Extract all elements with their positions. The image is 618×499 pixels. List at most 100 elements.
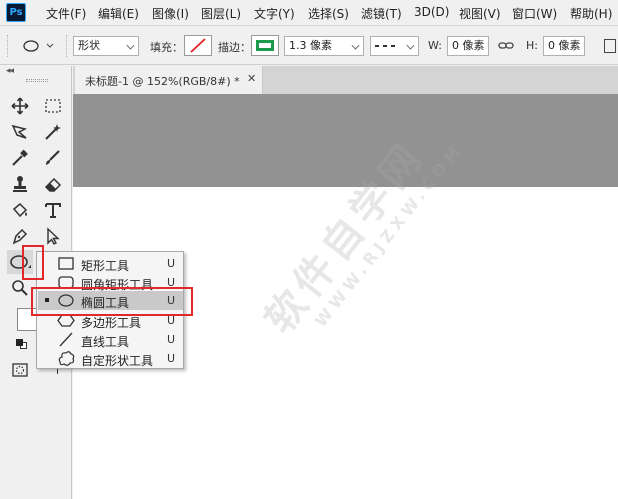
menu-image[interactable]: 图像(I) xyxy=(152,5,189,22)
height-value: 0 像素 xyxy=(548,39,581,52)
arrow-cursor-icon xyxy=(47,227,60,245)
flyout-item-shortcut: U xyxy=(167,314,176,327)
ellipse-tool[interactable] xyxy=(7,250,33,274)
options-grip xyxy=(7,35,8,57)
menu-select[interactable]: 选择(S) xyxy=(308,5,349,22)
magic-wand-icon xyxy=(45,124,61,140)
paint-bucket-icon xyxy=(12,202,28,218)
ellipse-icon xyxy=(10,255,31,269)
stamp-tool[interactable] xyxy=(7,172,33,196)
clone-stamp-icon xyxy=(13,176,27,192)
fill-label: 填充： xyxy=(150,41,183,54)
lasso-tool[interactable] xyxy=(7,120,33,144)
magic-wand-tool[interactable] xyxy=(40,120,66,144)
rectangle-icon xyxy=(58,257,74,270)
menu-bar: Ps 文件(F) 编辑(E) 图像(I) 图层(L) 文字(Y) 选择(S) 滤… xyxy=(0,0,618,26)
quick-mask-icon xyxy=(12,363,28,377)
flyout-item-rectangle[interactable]: 矩形工具 U xyxy=(38,254,183,273)
width-value: 0 像素 xyxy=(452,39,485,52)
polygon-icon xyxy=(57,314,75,327)
document-tab-bar: 未标题-1 @ 152%(RGB/8#) * ✕ xyxy=(73,66,618,94)
menu-file[interactable]: 文件(F) xyxy=(46,5,86,22)
stroke-color-icon xyxy=(256,40,274,51)
eraser-icon xyxy=(44,177,62,192)
panel-grip[interactable] xyxy=(26,79,48,82)
brush-tool[interactable] xyxy=(40,146,66,170)
flyout-item-shortcut: U xyxy=(167,333,176,346)
menu-help[interactable]: 帮助(H) xyxy=(570,5,612,22)
flyout-item-shortcut: U xyxy=(167,352,176,365)
document-tab[interactable]: 未标题-1 @ 152%(RGB/8#) * ✕ xyxy=(75,66,263,94)
path-operations-icon[interactable] xyxy=(604,39,616,53)
flyout-item-label: 自定形状工具 xyxy=(81,354,154,368)
eyedropper-tool[interactable] xyxy=(7,146,33,170)
flyout-item-line[interactable]: 直线工具 U xyxy=(38,330,183,349)
zoom-tool[interactable] xyxy=(7,276,33,300)
move-tool[interactable] xyxy=(7,94,33,118)
path-selection-tool[interactable] xyxy=(40,224,66,248)
rounded-rectangle-icon xyxy=(58,276,74,289)
menu-type[interactable]: 文字(Y) xyxy=(254,5,295,22)
flyout-item-polygon[interactable]: 多边形工具 U xyxy=(38,311,183,330)
menu-filter[interactable]: 滤镜(T) xyxy=(361,5,402,22)
fill-swatch[interactable] xyxy=(184,35,212,56)
ellipse-preset-icon xyxy=(23,40,54,52)
move-icon xyxy=(11,97,29,115)
line-icon xyxy=(59,332,73,347)
flyout-item-custom-shape[interactable]: 自定形状工具 U xyxy=(38,349,183,368)
flyout-item-label: 直线工具 xyxy=(81,335,130,349)
collapse-icon[interactable]: ◂◂ xyxy=(6,66,14,76)
flyout-item-label: 椭圆工具 xyxy=(81,296,130,310)
width-input[interactable]: 0 像素 xyxy=(447,36,489,56)
tool-preset-picker[interactable] xyxy=(18,36,62,56)
pen-tool[interactable] xyxy=(7,224,33,248)
mode-select-value: 形状 xyxy=(78,39,100,52)
height-input[interactable]: 0 像素 xyxy=(543,36,585,56)
menu-layer[interactable]: 图层(L) xyxy=(201,5,241,22)
photoshop-logo: Ps xyxy=(6,3,26,22)
document-tab-title: 未标题-1 @ 152%(RGB/8#) * xyxy=(85,75,240,88)
pasteboard xyxy=(73,94,618,187)
shape-tools-flyout: 矩形工具 U 圆角矩形工具 U 椭圆工具 U 多边形工具 U 直线工具 U 自定… xyxy=(36,251,184,369)
default-colors-icon[interactable] xyxy=(16,339,27,349)
selected-bullet-icon xyxy=(45,298,49,302)
height-label: H: xyxy=(526,39,538,52)
paint-bucket-tool[interactable] xyxy=(7,198,33,222)
type-tool[interactable] xyxy=(40,198,66,222)
width-label: W: xyxy=(428,39,442,52)
chevron-down-icon xyxy=(351,41,360,50)
options-divider xyxy=(66,35,67,57)
flyout-item-shortcut: U xyxy=(167,257,176,270)
no-fill-icon xyxy=(190,38,206,53)
stroke-width-input[interactable]: 1.3 像素 xyxy=(284,36,364,56)
rectangular-marquee-icon xyxy=(45,99,61,113)
foreground-color-swatch[interactable] xyxy=(17,308,37,331)
menu-3d[interactable]: 3D(D) xyxy=(414,5,449,19)
brush-icon xyxy=(46,150,60,165)
eraser-tool[interactable] xyxy=(40,172,66,196)
flyout-item-ellipse[interactable]: 椭圆工具 U xyxy=(38,291,183,310)
menu-view[interactable]: 视图(V) xyxy=(459,5,501,22)
lasso-icon xyxy=(11,124,28,139)
custom-shape-icon xyxy=(58,351,75,366)
close-icon[interactable]: ✕ xyxy=(247,72,256,85)
quick-mask-button[interactable] xyxy=(7,358,33,382)
stroke-label: 描边： xyxy=(218,41,251,54)
type-icon xyxy=(45,203,61,218)
menu-edit[interactable]: 编辑(E) xyxy=(98,5,139,22)
marquee-tool[interactable] xyxy=(40,94,66,118)
chain-link-icon xyxy=(498,42,514,49)
flyout-item-shortcut: U xyxy=(167,294,176,307)
stroke-swatch[interactable] xyxy=(251,35,279,56)
flyout-item-rounded-rectangle[interactable]: 圆角矩形工具 U xyxy=(38,273,183,292)
menu-window[interactable]: 窗口(W) xyxy=(512,5,557,22)
flyout-item-shortcut: U xyxy=(167,276,176,289)
flyout-item-label: 矩形工具 xyxy=(81,259,130,273)
link-icon[interactable] xyxy=(498,39,514,53)
flyout-item-label: 多边形工具 xyxy=(81,316,142,330)
stroke-type-select[interactable] xyxy=(370,36,419,56)
ellipse-icon xyxy=(58,294,74,307)
pen-icon xyxy=(12,228,28,245)
mode-select[interactable]: 形状 xyxy=(73,36,139,56)
chevron-down-icon xyxy=(126,41,135,50)
